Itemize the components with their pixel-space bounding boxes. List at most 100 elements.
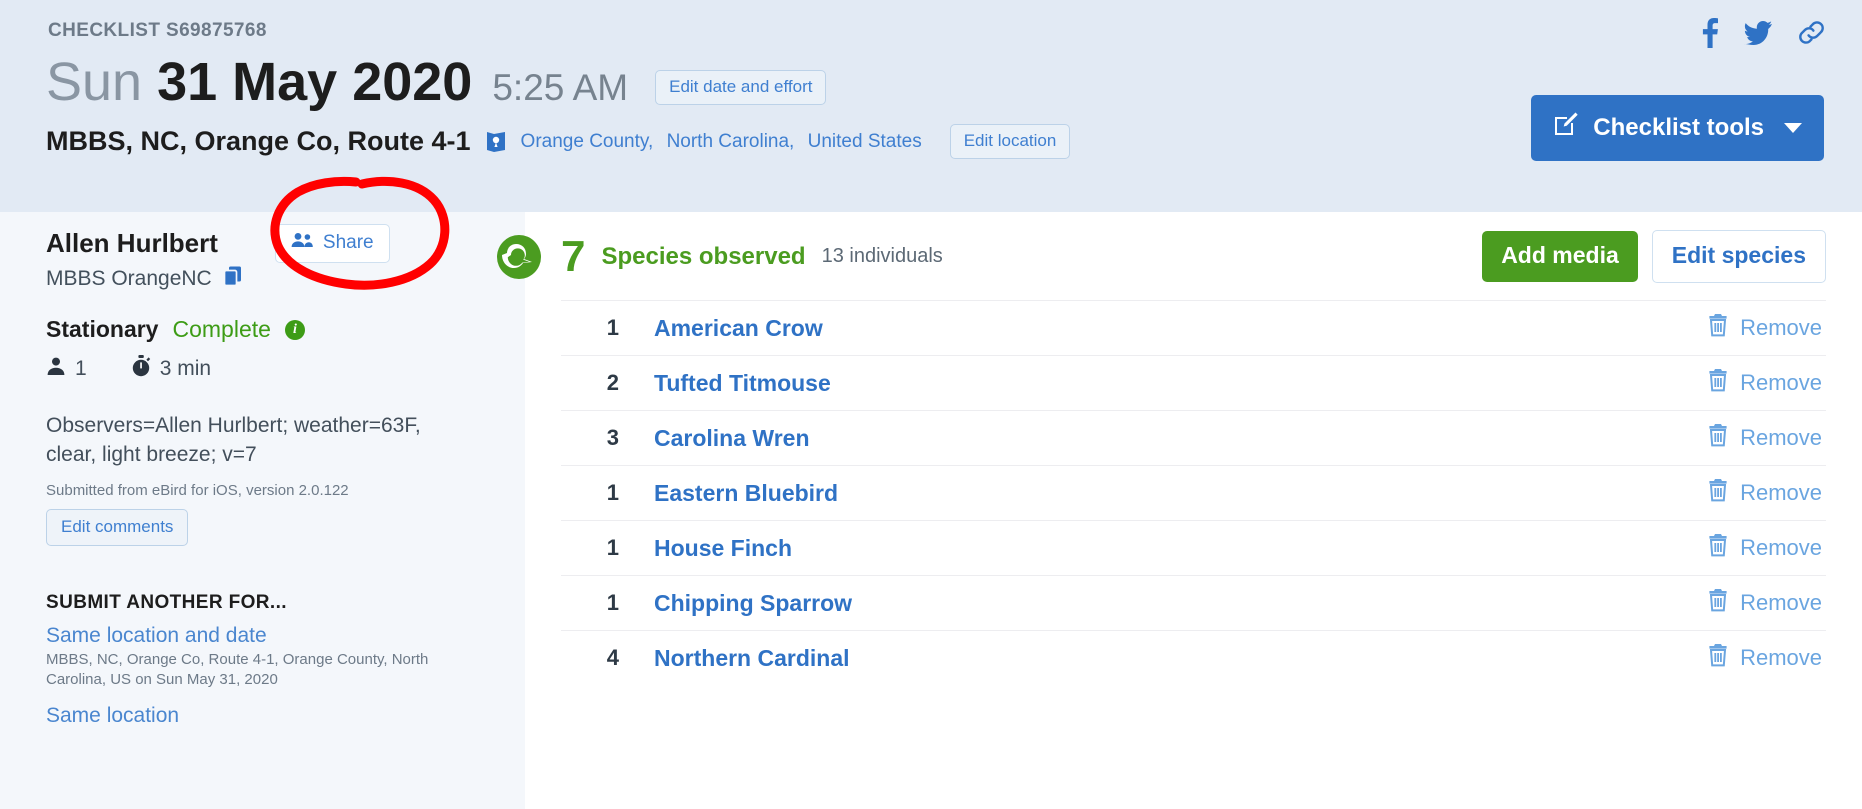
same-location-link[interactable]: Same location: [46, 704, 179, 728]
location-breadcrumb[interactable]: Orange County, North Carolina, United St…: [521, 131, 930, 153]
completeness-status: Complete: [172, 316, 271, 342]
species-row: 2 Tufted Titmouse Remove: [561, 355, 1826, 410]
species-row: 3 Carolina Wren Remove: [561, 410, 1826, 465]
breadcrumb-state[interactable]: North Carolina,: [667, 131, 795, 152]
trash-icon: [1707, 313, 1729, 343]
add-media-button[interactable]: Add media: [1482, 231, 1638, 282]
species-name-link[interactable]: American Crow: [654, 315, 823, 342]
person-icon: [46, 356, 66, 382]
duration: 3 min: [159, 357, 212, 380]
submit-another-heading: SUBMIT ANOTHER FOR...: [46, 592, 287, 613]
species-name-link[interactable]: Chipping Sparrow: [654, 590, 852, 617]
species-count: 7: [561, 231, 586, 281]
observer-row: Allen Hurlbert Share: [46, 224, 466, 263]
remove-species-button[interactable]: Remove: [1707, 588, 1826, 618]
stopwatch-icon: [131, 355, 151, 383]
link-icon[interactable]: [1798, 20, 1824, 46]
remove-label: Remove: [1740, 535, 1822, 560]
species-name-link[interactable]: Carolina Wren: [654, 425, 810, 452]
date-weekday: Sun: [46, 52, 143, 112]
info-icon[interactable]: i: [284, 319, 305, 340]
breadcrumb-county[interactable]: Orange County,: [521, 131, 654, 152]
share-button[interactable]: Share: [274, 224, 390, 263]
trash-icon: [1707, 643, 1729, 673]
trash-icon: [1707, 368, 1729, 398]
date-title-row: Sun 31 May 2020 5:25 AM Edit date and ef…: [46, 52, 827, 113]
species-row: 1 American Crow Remove: [561, 300, 1826, 355]
edit-comments-button[interactable]: Edit comments: [46, 509, 189, 546]
remove-label: Remove: [1740, 480, 1822, 505]
remove-species-button[interactable]: Remove: [1707, 478, 1826, 508]
people-icon: [291, 232, 313, 254]
species-name-link[interactable]: House Finch: [654, 535, 792, 562]
location-name: MBBS, NC, Orange Co, Route 4-1: [46, 126, 471, 156]
species-header-actions: Add media Edit species: [1482, 230, 1826, 283]
chevron-down-icon: [1784, 122, 1802, 133]
location-row: MBBS, NC, Orange Co, Route 4-1 Orange Co…: [46, 124, 1071, 159]
checklist-sidebar: Allen Hurlbert Share MBBS OrangeNC Stati…: [0, 212, 525, 809]
edit-location-button[interactable]: Edit location: [949, 124, 1071, 159]
submitted-from: Submitted from eBird for iOS, version 2.…: [46, 482, 349, 499]
species-name-link[interactable]: Eastern Bluebird: [654, 480, 838, 507]
remove-label: Remove: [1740, 315, 1822, 340]
remove-species-button[interactable]: Remove: [1707, 313, 1826, 343]
remove-label: Remove: [1740, 425, 1822, 450]
checklist-time: 5:25 AM: [492, 67, 629, 108]
species-name-link[interactable]: Tufted Titmouse: [654, 370, 831, 397]
edit-date-and-effort-button[interactable]: Edit date and effort: [655, 70, 827, 105]
same-location-and-date-link[interactable]: Same location and date: [46, 624, 267, 648]
species-count-value: 4: [606, 645, 619, 670]
party-size: 1: [75, 357, 87, 380]
same-location-and-date-sub: MBBS, NC, Orange Co, Route 4-1, Orange C…: [46, 651, 429, 689]
remove-species-button[interactable]: Remove: [1707, 368, 1826, 398]
facebook-icon[interactable]: [1701, 18, 1718, 48]
protocol-row: MBBS OrangeNC: [46, 265, 244, 293]
trash-icon: [1707, 423, 1729, 453]
date-main: 31 May 2020: [157, 52, 473, 112]
edit-pencil-icon: [1553, 111, 1579, 144]
protocol-name: MBBS OrangeNC: [46, 267, 212, 290]
remove-label: Remove: [1740, 370, 1822, 395]
species-count-value: 1: [606, 535, 619, 560]
checklist-id: CHECKLIST S69875768: [48, 20, 267, 41]
protocol-type: Stationary: [46, 316, 159, 342]
individuals-count: 13 individuals: [821, 245, 943, 267]
remove-species-button[interactable]: Remove: [1707, 423, 1826, 453]
species-list: 1 American Crow Remove 2 Tufted Titmouse Remo…: [561, 300, 1826, 685]
remove-label: Remove: [1740, 645, 1822, 670]
species-row: 1 Chipping Sparrow Remove: [561, 575, 1826, 630]
status-row: Stationary Complete i: [46, 316, 305, 343]
checklist-tools-label: Checklist tools: [1593, 113, 1764, 141]
species-count-value: 1: [606, 480, 619, 505]
breadcrumb-country[interactable]: United States: [808, 131, 922, 152]
trash-icon: [1707, 588, 1729, 618]
page-header: CHECKLIST S69875768 Sun 31 May 2020 5:25…: [0, 0, 1862, 212]
species-count-value: 3: [606, 425, 619, 450]
checklist-tools-button[interactable]: Checklist tools: [1531, 95, 1824, 161]
edit-species-button[interactable]: Edit species: [1651, 230, 1826, 283]
remove-label: Remove: [1740, 590, 1822, 615]
copy-icon[interactable]: [222, 265, 244, 293]
map-marker-icon: [485, 130, 507, 154]
species-row: 1 House Finch Remove: [561, 520, 1826, 575]
remove-species-button[interactable]: Remove: [1707, 643, 1826, 673]
species-name-link[interactable]: Northern Cardinal: [654, 645, 850, 672]
checklist-comments: Observers=Allen Hurlbert; weather=63F, c…: [46, 414, 421, 466]
trash-icon: [1707, 478, 1729, 508]
trash-icon: [1707, 533, 1729, 563]
checklist-page: CHECKLIST S69875768 Sun 31 May 2020 5:25…: [0, 0, 1862, 809]
observer-name: Allen Hurlbert: [46, 228, 218, 258]
species-row: 4 Northern Cardinal Remove: [561, 630, 1826, 685]
species-count-value: 2: [606, 370, 619, 395]
social-share-group: [1701, 18, 1824, 48]
species-count-value: 1: [606, 315, 619, 340]
species-summary-header: 7 Species observed 13 individuals Add me…: [497, 220, 1862, 293]
species-row: 1 Eastern Bluebird Remove: [561, 465, 1826, 520]
effort-row: 1 3 min: [46, 355, 211, 383]
twitter-icon[interactable]: [1744, 21, 1772, 45]
share-label: Share: [322, 232, 374, 253]
remove-species-button[interactable]: Remove: [1707, 533, 1826, 563]
bird-icon: [491, 229, 547, 285]
species-observed-label: Species observed: [601, 242, 806, 270]
species-panel: 7 Species observed 13 individuals Add me…: [497, 212, 1862, 809]
